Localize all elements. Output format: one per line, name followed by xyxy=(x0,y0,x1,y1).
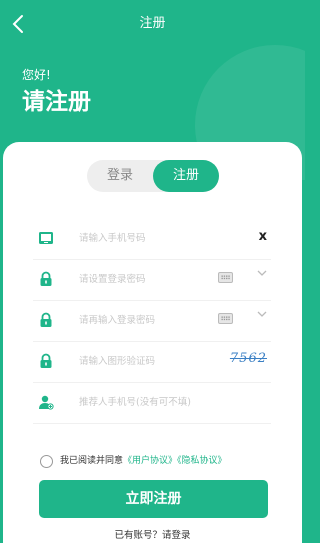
privacy-policy-link[interactable]: 《隐私协议》 xyxy=(177,456,227,466)
password-input[interactable] xyxy=(79,267,209,291)
tab-register[interactable]: 注册 xyxy=(153,160,219,192)
page-title: 请注册 xyxy=(22,89,91,115)
referrer-row xyxy=(33,384,271,424)
user-agreement-link[interactable]: 《用户协议》 xyxy=(123,456,177,466)
agree-radio[interactable] xyxy=(40,455,53,468)
keyboard-icon[interactable] xyxy=(218,272,233,283)
lock-icon xyxy=(40,271,52,286)
chevron-down-icon[interactable] xyxy=(257,310,267,321)
nav-title: 注册 xyxy=(139,16,166,31)
referrer-input[interactable] xyxy=(79,390,249,414)
register-button[interactable]: 立即注册 xyxy=(39,480,268,518)
confirm-password-row xyxy=(33,302,271,342)
confirm-password-input[interactable] xyxy=(79,308,209,332)
keyboard-icon[interactable] xyxy=(218,313,233,324)
agreement-text: 我已阅读并同意《用户协议》《隐私协议》 xyxy=(60,453,227,469)
register-card: 登录 注册 x xyxy=(3,142,302,543)
phone-icon xyxy=(39,232,53,244)
captcha-row: 7562 xyxy=(33,343,271,383)
tab-login[interactable]: 登录 xyxy=(87,160,153,192)
lock-icon xyxy=(40,353,52,368)
captcha-input[interactable] xyxy=(79,349,209,373)
login-link[interactable]: 已有账号？请登录 xyxy=(3,527,302,541)
password-row xyxy=(33,261,271,301)
user-add-icon xyxy=(39,395,54,410)
chevron-down-icon[interactable] xyxy=(257,269,267,280)
phone-input[interactable] xyxy=(79,226,209,250)
tab-switcher: 登录 注册 xyxy=(87,160,219,192)
lock-icon xyxy=(40,312,52,327)
agreement-label: 我已阅读并同意 xyxy=(60,456,124,466)
captcha-image[interactable]: 7562 xyxy=(230,351,267,366)
clear-icon[interactable]: x xyxy=(259,229,267,244)
phone-row: x xyxy=(33,220,271,260)
greeting: 您好! xyxy=(22,68,51,82)
